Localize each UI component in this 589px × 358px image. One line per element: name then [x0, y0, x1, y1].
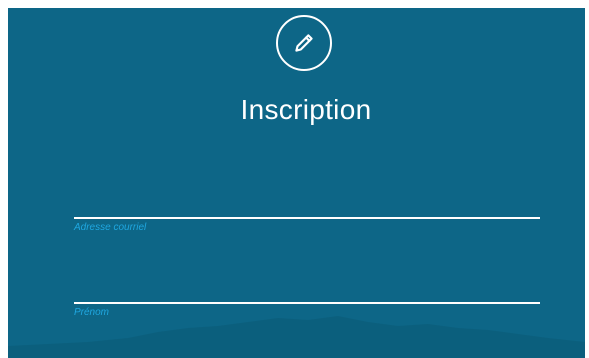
email-field-label: Adresse courriel [74, 222, 147, 233]
page-title: Inscription [240, 94, 372, 125]
first-name-field-group: Prénom [74, 274, 540, 318]
signup-panel: Inscription Adresse courriel Prénom [8, 8, 585, 358]
first-name-field-label: Prénom [74, 307, 110, 318]
email-field[interactable] [74, 189, 540, 219]
pencil-icon [276, 15, 332, 71]
email-field-group: Adresse courriel [74, 189, 540, 233]
first-name-field[interactable] [74, 274, 540, 304]
